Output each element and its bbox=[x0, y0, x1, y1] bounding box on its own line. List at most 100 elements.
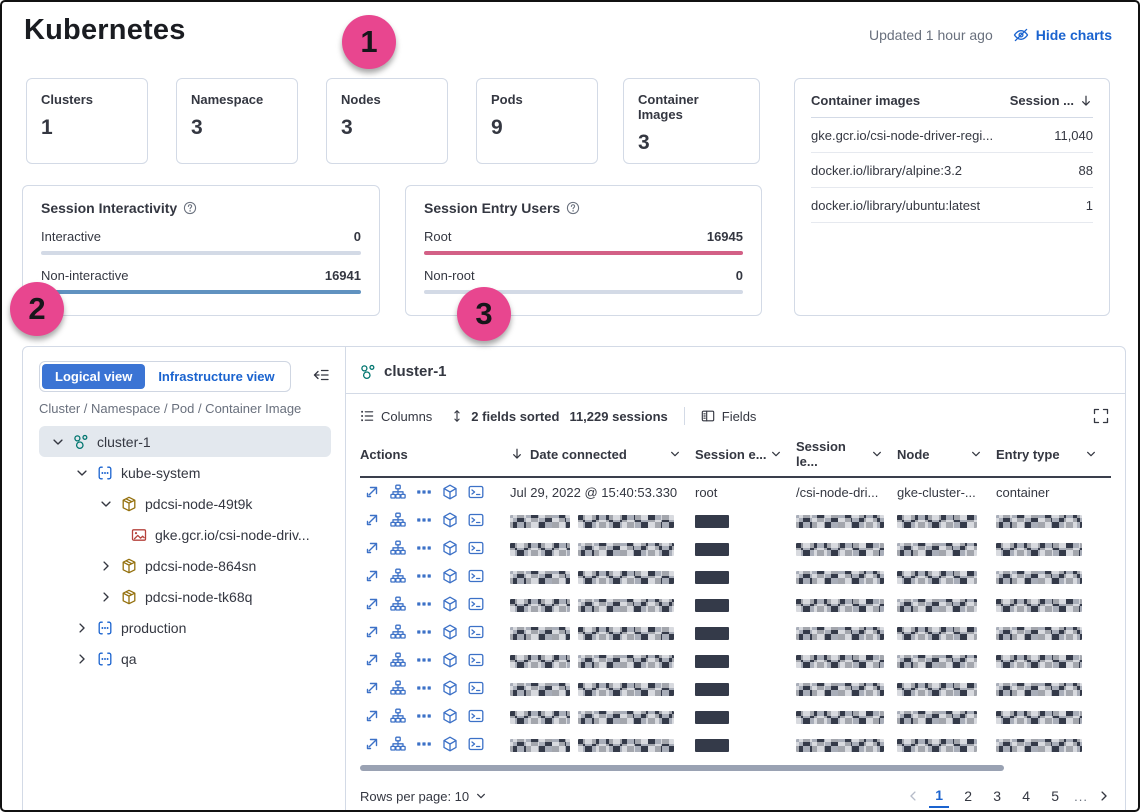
hide-charts-button[interactable]: Hide charts bbox=[1013, 27, 1112, 43]
session-row-redacted[interactable] bbox=[360, 534, 1111, 562]
next-page-icon[interactable] bbox=[1097, 789, 1111, 803]
session-cube-icon[interactable] bbox=[442, 596, 458, 612]
open-terminal-icon[interactable] bbox=[468, 540, 484, 556]
sort-fields-button[interactable]: 2 fields sorted bbox=[450, 409, 559, 424]
analyze-event-tree-icon[interactable] bbox=[390, 512, 406, 528]
sessions-sort-header[interactable]: Session ... bbox=[1010, 93, 1093, 108]
expand-session-icon[interactable] bbox=[364, 736, 380, 752]
collapse-panel-icon[interactable] bbox=[313, 367, 329, 383]
container-image-row[interactable]: docker.io/library/ubuntu:latest 1 bbox=[811, 188, 1093, 223]
column-header-session-leader[interactable]: Session le... bbox=[796, 439, 897, 469]
scrollbar-thumb[interactable] bbox=[360, 765, 1004, 771]
help-icon[interactable] bbox=[183, 201, 197, 215]
session-cube-icon[interactable] bbox=[442, 736, 458, 752]
session-row-redacted[interactable] bbox=[360, 702, 1111, 730]
open-terminal-icon[interactable] bbox=[468, 484, 484, 500]
session-row-redacted[interactable] bbox=[360, 590, 1111, 618]
session-row-redacted[interactable] bbox=[360, 618, 1111, 646]
session-row-redacted[interactable] bbox=[360, 674, 1111, 702]
chevron-right-icon[interactable] bbox=[99, 559, 113, 573]
chevron-right-icon[interactable] bbox=[75, 621, 89, 635]
more-actions-icon[interactable] bbox=[416, 624, 432, 640]
open-terminal-icon[interactable] bbox=[468, 736, 484, 752]
analyze-event-tree-icon[interactable] bbox=[390, 540, 406, 556]
open-terminal-icon[interactable] bbox=[468, 596, 484, 612]
page-button-3[interactable]: 3 bbox=[987, 784, 1007, 808]
open-terminal-icon[interactable] bbox=[468, 652, 484, 668]
chevron-down-icon[interactable] bbox=[770, 448, 782, 460]
analyze-event-tree-icon[interactable] bbox=[390, 652, 406, 668]
tree-item-container-image[interactable]: gke.gcr.io/csi-node-driv... bbox=[39, 519, 331, 550]
session-row-redacted[interactable] bbox=[360, 646, 1111, 674]
infrastructure-view-button[interactable]: Infrastructure view bbox=[145, 364, 287, 389]
session-row-redacted[interactable] bbox=[360, 730, 1111, 758]
more-actions-icon[interactable] bbox=[416, 708, 432, 724]
session-cube-icon[interactable] bbox=[442, 624, 458, 640]
tree-item-cluster-1[interactable]: cluster-1 bbox=[39, 426, 331, 457]
column-header-date-connected[interactable]: Date connected bbox=[510, 447, 695, 462]
expand-session-icon[interactable] bbox=[364, 596, 380, 612]
analyze-event-tree-icon[interactable] bbox=[390, 736, 406, 752]
session-cube-icon[interactable] bbox=[442, 540, 458, 556]
chevron-down-icon[interactable] bbox=[99, 497, 113, 511]
session-cube-icon[interactable] bbox=[442, 512, 458, 528]
tree-item-kube-system[interactable]: kube-system bbox=[39, 457, 331, 488]
more-actions-icon[interactable] bbox=[416, 568, 432, 584]
open-terminal-icon[interactable] bbox=[468, 568, 484, 584]
fullscreen-icon[interactable] bbox=[1093, 408, 1109, 424]
analyze-event-tree-icon[interactable] bbox=[390, 484, 406, 500]
page-button-1[interactable]: 1 bbox=[929, 784, 949, 808]
container-image-row[interactable]: docker.io/library/alpine:3.2 88 bbox=[811, 153, 1093, 188]
chevron-down-icon[interactable] bbox=[871, 448, 883, 460]
columns-button[interactable]: Columns bbox=[360, 409, 432, 424]
rows-per-page-dropdown[interactable]: Rows per page: 10 bbox=[360, 789, 487, 804]
chevron-down-icon[interactable] bbox=[75, 466, 89, 480]
chevron-right-icon[interactable] bbox=[75, 652, 89, 666]
expand-session-icon[interactable] bbox=[364, 652, 380, 668]
analyze-event-tree-icon[interactable] bbox=[390, 624, 406, 640]
open-terminal-icon[interactable] bbox=[468, 680, 484, 696]
more-actions-icon[interactable] bbox=[416, 596, 432, 612]
more-actions-icon[interactable] bbox=[416, 736, 432, 752]
open-terminal-icon[interactable] bbox=[468, 624, 484, 640]
column-header-session-entry[interactable]: Session e... bbox=[695, 447, 796, 462]
tree-item-pdcsi-node-49t9k[interactable]: pdcsi-node-49t9k bbox=[39, 488, 331, 519]
analyze-event-tree-icon[interactable] bbox=[390, 708, 406, 724]
analyze-event-tree-icon[interactable] bbox=[390, 596, 406, 612]
tree-item-pdcsi-node-864sn[interactable]: pdcsi-node-864sn bbox=[39, 550, 331, 581]
tree-item-pdcsi-node-tk68q[interactable]: pdcsi-node-tk68q bbox=[39, 581, 331, 612]
column-header-node[interactable]: Node bbox=[897, 447, 996, 462]
expand-session-icon[interactable] bbox=[364, 624, 380, 640]
chevron-down-icon[interactable] bbox=[669, 448, 681, 460]
chevron-down-icon[interactable] bbox=[1085, 448, 1097, 460]
expand-session-icon[interactable] bbox=[364, 708, 380, 724]
session-row-redacted[interactable] bbox=[360, 506, 1111, 534]
session-cube-icon[interactable] bbox=[442, 652, 458, 668]
session-cube-icon[interactable] bbox=[442, 484, 458, 500]
session-row[interactable]: Jul 29, 2022 @ 15:40:53.330 root /csi-no… bbox=[360, 478, 1111, 506]
session-row-redacted[interactable] bbox=[360, 562, 1111, 590]
logical-view-button[interactable]: Logical view bbox=[42, 364, 145, 389]
analyze-event-tree-icon[interactable] bbox=[390, 568, 406, 584]
session-cube-icon[interactable] bbox=[442, 708, 458, 724]
more-actions-icon[interactable] bbox=[416, 484, 432, 500]
open-terminal-icon[interactable] bbox=[468, 512, 484, 528]
tree-item-qa[interactable]: qa bbox=[39, 643, 331, 674]
more-actions-icon[interactable] bbox=[416, 652, 432, 668]
more-actions-icon[interactable] bbox=[416, 512, 432, 528]
help-icon[interactable] bbox=[566, 201, 580, 215]
session-cube-icon[interactable] bbox=[442, 568, 458, 584]
expand-session-icon[interactable] bbox=[364, 540, 380, 556]
more-actions-icon[interactable] bbox=[416, 540, 432, 556]
chevron-down-icon[interactable] bbox=[970, 448, 982, 460]
page-button-4[interactable]: 4 bbox=[1016, 784, 1036, 808]
more-actions-icon[interactable] bbox=[416, 680, 432, 696]
expand-session-icon[interactable] bbox=[364, 512, 380, 528]
expand-session-icon[interactable] bbox=[364, 680, 380, 696]
container-image-row[interactable]: gke.gcr.io/csi-node-driver-regi... 11,04… bbox=[811, 118, 1093, 153]
session-cube-icon[interactable] bbox=[442, 680, 458, 696]
page-button-5[interactable]: 5 bbox=[1045, 784, 1065, 808]
expand-session-icon[interactable] bbox=[364, 568, 380, 584]
chevron-right-icon[interactable] bbox=[99, 590, 113, 604]
expand-session-icon[interactable] bbox=[364, 484, 380, 500]
